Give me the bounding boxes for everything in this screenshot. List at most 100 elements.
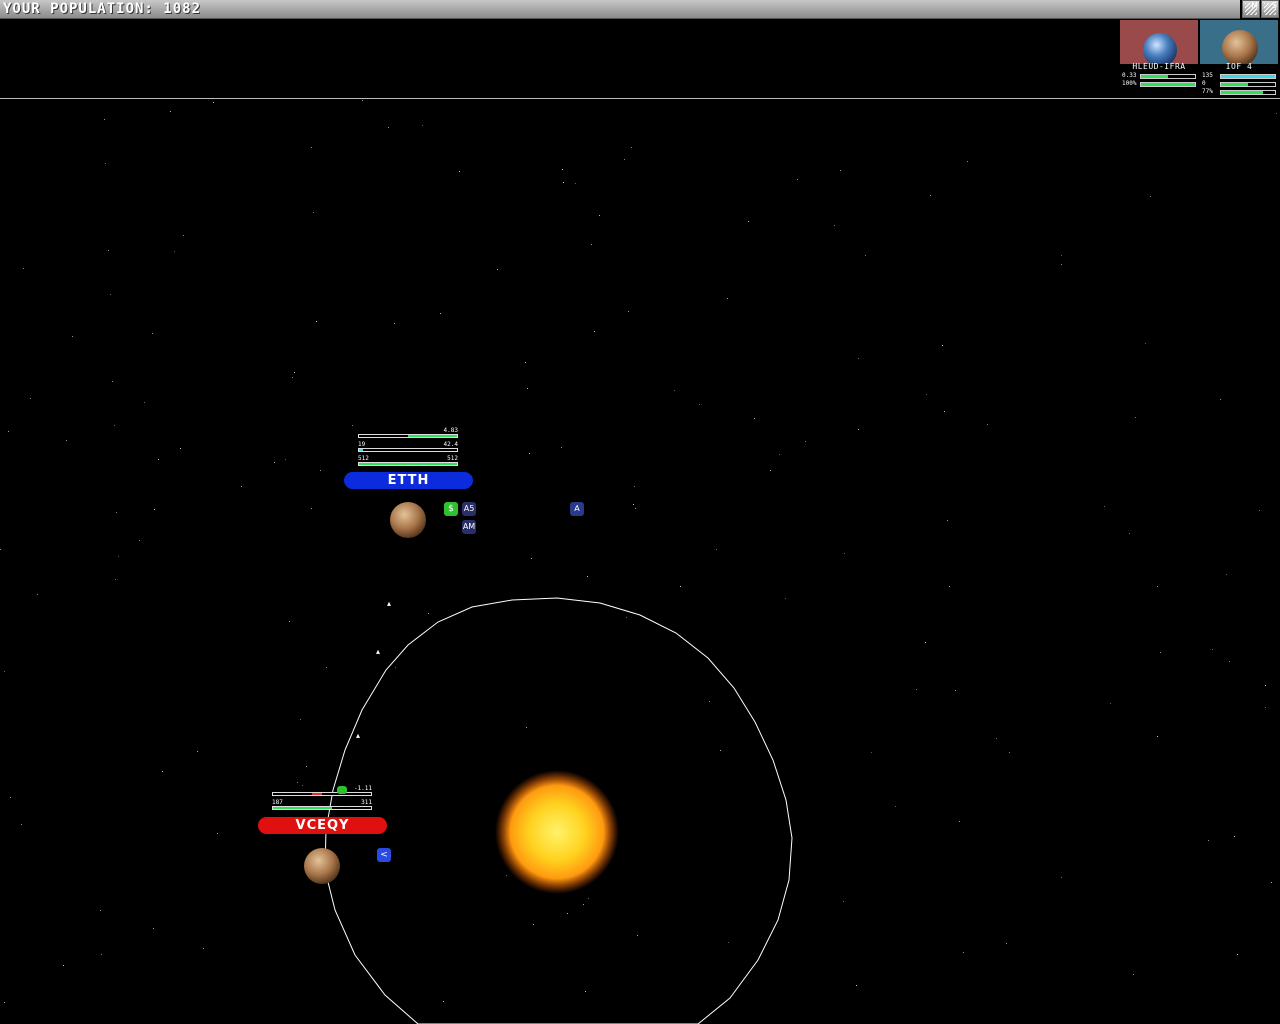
star <box>115 579 116 580</box>
planet-card-iof-4[interactable]: IOF 4 135 0 77% <box>1200 20 1278 98</box>
star <box>1208 840 1209 841</box>
star <box>1061 255 1062 256</box>
star <box>840 170 841 171</box>
star <box>526 727 527 728</box>
star <box>1145 343 1146 344</box>
stat-label: 0 <box>1202 80 1206 87</box>
star <box>440 313 441 314</box>
settings-button[interactable]: S <box>1261 0 1279 18</box>
star <box>699 404 700 405</box>
star <box>588 898 589 899</box>
star <box>720 750 721 751</box>
star <box>626 617 627 618</box>
star <box>170 111 171 112</box>
star <box>1150 196 1151 197</box>
star <box>1271 882 1272 883</box>
star <box>154 509 155 510</box>
dollar-icon[interactable]: $ <box>444 502 458 516</box>
star <box>428 613 429 614</box>
star <box>858 358 859 359</box>
star <box>112 381 113 382</box>
star <box>101 954 102 955</box>
star <box>144 402 145 403</box>
flag-icon[interactable] <box>337 786 347 794</box>
ship-icon[interactable]: ▴ <box>376 648 380 656</box>
star <box>289 621 290 622</box>
star <box>506 875 507 876</box>
star <box>180 448 181 449</box>
star <box>916 689 917 690</box>
star <box>459 171 460 172</box>
star <box>1237 954 1238 955</box>
star <box>967 161 968 162</box>
star <box>388 127 389 128</box>
star <box>576 505 577 506</box>
menu-button[interactable]: M <box>1242 0 1260 18</box>
planet-stats-etth: 4.83 19 42.4 512 512 <box>358 427 459 474</box>
star <box>567 913 568 914</box>
production-icon[interactable]: A5 <box>462 502 476 516</box>
star <box>497 269 498 270</box>
fleet-icon[interactable]: < <box>377 848 391 862</box>
star <box>326 667 327 668</box>
star <box>118 556 119 557</box>
star <box>637 935 638 936</box>
star <box>4 1002 5 1003</box>
star <box>63 965 64 966</box>
star <box>797 179 798 180</box>
star <box>300 719 301 720</box>
growth-value: -1.11 <box>353 785 372 792</box>
star <box>987 424 988 425</box>
star <box>680 586 681 587</box>
population-bar-vceqy: 187 311 <box>272 799 372 810</box>
planet-name-vceqy[interactable]: VCEQY <box>258 817 387 834</box>
planet-vceqy[interactable] <box>304 848 340 884</box>
star <box>104 119 105 120</box>
star <box>1129 533 1130 534</box>
star <box>285 459 286 460</box>
star <box>562 169 563 170</box>
star <box>139 540 140 541</box>
star <box>527 388 528 389</box>
card-thumbnail <box>1200 20 1278 66</box>
star <box>1009 752 1010 753</box>
star <box>631 147 632 148</box>
ship-icon[interactable]: ▴ <box>387 600 391 608</box>
star <box>709 701 710 702</box>
population-current: 512 <box>358 455 369 462</box>
star <box>947 520 948 521</box>
fleet-icon[interactable]: A <box>570 502 584 516</box>
star <box>311 508 312 509</box>
star <box>959 821 960 822</box>
star <box>716 549 717 550</box>
star <box>1212 649 1213 650</box>
star <box>1220 399 1221 400</box>
star <box>599 215 600 216</box>
star <box>108 250 109 251</box>
stat-label: 100% <box>1122 80 1137 87</box>
planet-card-hleud-ifra[interactable]: HLEUD-IFRA 0.33 100% <box>1120 20 1198 98</box>
research-icon[interactable]: AM <box>462 520 476 534</box>
card-stat-row: 135 <box>1202 72 1276 80</box>
growth-value: 4.83 <box>443 427 458 434</box>
star <box>955 690 956 691</box>
star <box>8 431 9 432</box>
star <box>525 362 526 363</box>
star <box>1265 707 1266 708</box>
planet-name-etth[interactable]: ETTH <box>344 472 473 489</box>
star <box>728 942 729 943</box>
star <box>66 440 67 441</box>
planet-etth[interactable] <box>390 502 426 538</box>
star <box>362 100 363 101</box>
star <box>313 212 314 213</box>
star <box>1276 113 1277 114</box>
star <box>30 398 31 399</box>
star <box>529 453 530 454</box>
star <box>871 752 872 753</box>
card-stat-row: 0 <box>1202 80 1276 88</box>
ship-icon[interactable]: ▴ <box>356 732 360 740</box>
star <box>1259 510 1260 511</box>
sun[interactable] <box>495 770 619 894</box>
menu-icon <box>1245 3 1257 15</box>
stat-label: 0.33 <box>1122 72 1137 79</box>
